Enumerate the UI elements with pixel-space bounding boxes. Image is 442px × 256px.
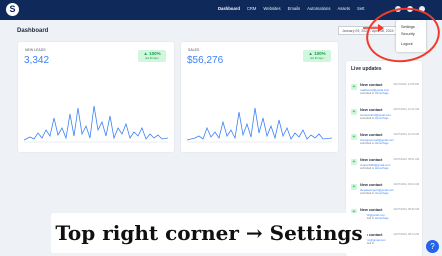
live-updates-title: Live updates (351, 66, 382, 72)
nav-item-assets[interactable]: Assets (337, 6, 350, 11)
nav-item-crm[interactable]: CRM (247, 6, 257, 11)
help-button[interactable]: ? (426, 240, 439, 253)
nav-item-websites[interactable]: Websites (263, 6, 280, 11)
entry-time: 04/07/2024, 08:14 AM (393, 233, 419, 236)
entry-time: 04/07/2024, 10:21 AM (393, 108, 419, 111)
nav-item-emails[interactable]: Emails (288, 6, 301, 11)
entry-source: submitted to Home Page (360, 142, 389, 145)
entry-source: submitted to Home Page (360, 192, 389, 195)
nav-item-settings[interactable]: Sett (357, 6, 364, 11)
pct-badge: ▲ 100% last 90 days (303, 50, 331, 62)
live-update-entry[interactable]: + New contact 04/07/2024, 10:21 AM tomse… (351, 108, 419, 128)
card-label: NEW LEADS (25, 48, 46, 52)
user-add-icon: + (351, 184, 357, 190)
entry-time: 04/07/2024, 09:51 AM (393, 158, 419, 161)
live-update-entry[interactable]: + New contact 04/07/2024, 09:42 AM thepa… (351, 183, 419, 203)
tutorial-caption: Top right corner → Settings (51, 213, 367, 253)
entry-title: New contact (360, 83, 383, 87)
entry-title: New contact (360, 108, 383, 112)
entry-by-text: submitted to (360, 117, 375, 120)
pct-caption: last 90 days (145, 57, 159, 60)
entry-form-link[interactable]: Home Page (375, 117, 389, 120)
entry-time: 04/07/2024, 10:10 AM (393, 133, 419, 136)
new-leads-card: NEW LEADS 3,342 ▲ 100% last 90 days (18, 42, 174, 152)
nav-item-dashboard[interactable]: Dashboard (218, 6, 240, 11)
user-add-icon: + (351, 109, 357, 115)
user-add-icon: + (351, 84, 357, 90)
card-value: 3,342 (24, 55, 50, 66)
pointer-arrow-icon (363, 24, 384, 32)
leads-sparkline (24, 105, 168, 143)
pct-value: ▲ 100% (143, 51, 161, 56)
pct-badge: ▲ 100% last 90 days (138, 50, 166, 62)
live-update-entry[interactable]: + New contact 04/07/2024, 09:51 AM coope… (351, 158, 419, 178)
entry-by-text: submitted to (360, 192, 375, 195)
entry-time: 04/07/2024, 09:42 AM (393, 183, 419, 186)
entry-form-link[interactable]: Home Page (375, 167, 389, 170)
entry-form-link[interactable]: Home Page (375, 217, 389, 220)
entry-by-text: submitted to (360, 92, 375, 95)
user-add-icon: + (351, 159, 357, 165)
entry-title: New contact (360, 158, 383, 162)
live-update-entry[interactable]: + New contact 04/07/2024, 12:55 PM matth… (351, 83, 419, 103)
entry-title: New contact (360, 183, 383, 187)
entry-form-link[interactable]: Home Page (375, 92, 389, 95)
card-label: SALES (188, 48, 200, 52)
user-add-icon: + (351, 134, 357, 140)
live-update-entry[interactable]: + New contact 04/07/2024, 10:10 AM chesg… (351, 133, 419, 153)
pct-caption: last 90 days (310, 57, 324, 60)
entry-by-text: submitted to (360, 167, 375, 170)
entry-source: submitted to Home Page (360, 167, 389, 170)
card-value: $56,276 (187, 55, 224, 66)
entry-source: submitted to Home Page (360, 92, 389, 95)
app-window: S Dashboard CRM Websites Emails Automati… (0, 0, 442, 256)
entry-time: 04/07/2024, 12:55 PM (393, 83, 419, 86)
entry-time: 04/07/2024, 08:30 AM (393, 208, 419, 211)
sales-card: SALES $56,276 ▲ 100% last 90 days (181, 42, 338, 152)
entry-title: New contact (360, 208, 383, 212)
nav-menu: Dashboard CRM Websites Emails Automation… (218, 6, 364, 11)
pct-value: ▲ 100% (308, 51, 326, 56)
nav-item-automations[interactable]: Automations (307, 6, 330, 11)
entry-source: submitted to Home Page (360, 117, 389, 120)
app-logo[interactable]: S (6, 3, 19, 16)
sales-sparkline (187, 107, 332, 143)
entry-title: New contact (360, 133, 383, 137)
entry-form-link[interactable]: Home Page (375, 192, 389, 195)
entry-by-text: submitted to (360, 142, 375, 145)
page-title: Dashboard (17, 28, 49, 34)
entry-form-link[interactable]: Home Page (375, 142, 389, 145)
